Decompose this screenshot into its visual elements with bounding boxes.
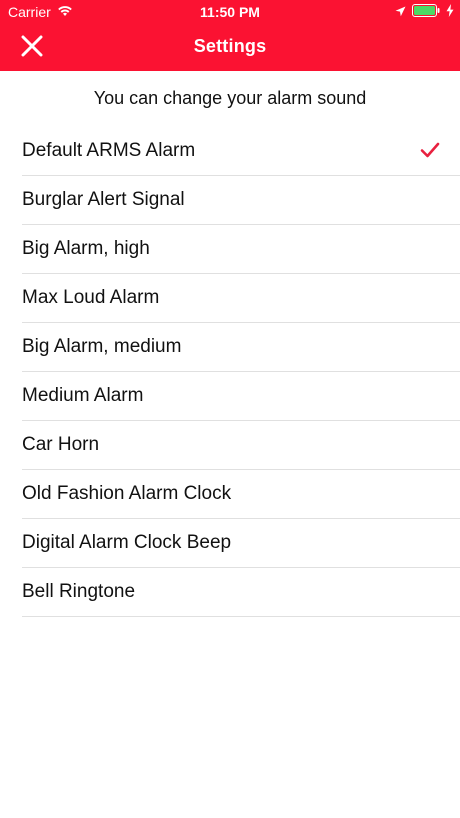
alarm-option-medium-alarm[interactable]: Medium Alarm	[22, 372, 460, 421]
alarm-option-label: Max Loud Alarm	[22, 287, 160, 308]
header-bar: Carrier 11:50 PM Settings	[0, 0, 460, 71]
nav-bar: Settings	[0, 24, 460, 71]
alarm-option-label: Default ARMS Alarm	[22, 140, 196, 161]
checkmark-icon	[420, 141, 440, 159]
alarm-option-label: Medium Alarm	[22, 385, 144, 406]
page-title: Settings	[193, 36, 267, 56]
alarm-option-default-arms-alarm[interactable]: Default ARMS Alarm	[22, 127, 460, 176]
alarm-option-label: Burglar Alert Signal	[22, 189, 185, 210]
alarm-option-label: Big Alarm, high	[22, 238, 150, 259]
battery-icon	[412, 4, 440, 20]
location-icon	[395, 4, 406, 20]
settings-screen: Carrier 11:50 PM Settings You can change…	[0, 0, 460, 818]
alarm-option-big-alarm-medium[interactable]: Big Alarm, medium	[22, 323, 460, 372]
alarm-option-label: Bell Ringtone	[22, 581, 136, 602]
alarm-option-label: Car Horn	[22, 434, 100, 455]
alarm-option-digital-alarm-clock-beep[interactable]: Digital Alarm Clock Beep	[22, 519, 460, 568]
alarm-option-label: Big Alarm, medium	[22, 336, 182, 357]
charging-icon	[446, 4, 454, 20]
alarm-option-big-alarm-high[interactable]: Big Alarm, high	[22, 225, 460, 274]
alarm-option-burglar-alert-signal[interactable]: Burglar Alert Signal	[22, 176, 460, 225]
status-right	[395, 4, 454, 20]
alarm-sound-list: Default ARMS Alarm Burglar Alert Signal …	[22, 127, 460, 617]
alarm-option-max-loud-alarm[interactable]: Max Loud Alarm	[22, 274, 460, 323]
alarm-option-old-fashion-alarm-clock[interactable]: Old Fashion Alarm Clock	[22, 470, 460, 519]
alarm-option-car-horn[interactable]: Car Horn	[22, 421, 460, 470]
settings-description: You can change your alarm sound	[93, 88, 367, 108]
alarm-option-label: Digital Alarm Clock Beep	[22, 532, 232, 553]
alarm-option-label: Old Fashion Alarm Clock	[22, 483, 232, 504]
status-bar: Carrier 11:50 PM	[0, 0, 460, 24]
status-time: 11:50 PM	[200, 4, 260, 20]
alarm-option-bell-ringtone[interactable]: Bell Ringtone	[22, 568, 460, 617]
